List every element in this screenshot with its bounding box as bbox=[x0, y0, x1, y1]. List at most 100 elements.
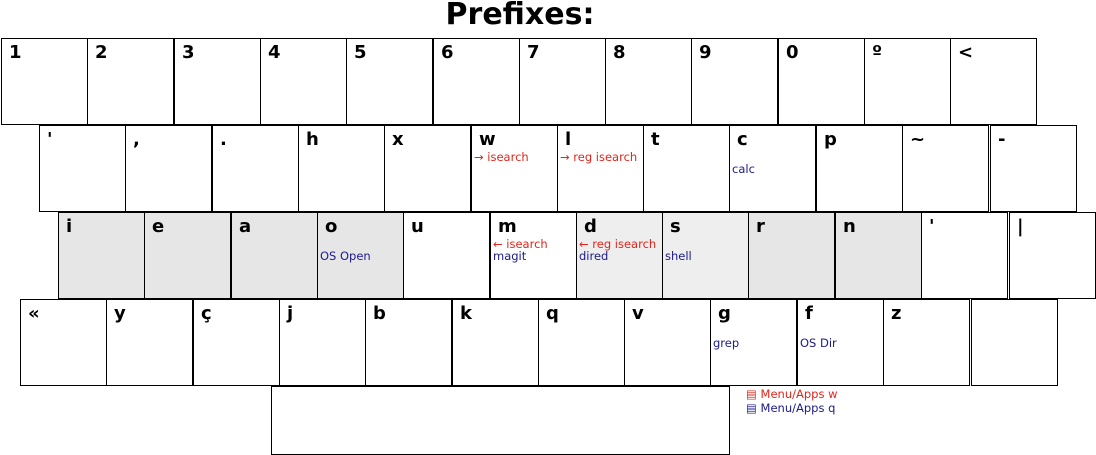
key-command-primary: → reg isearch bbox=[560, 150, 638, 164]
key-label: r bbox=[756, 216, 765, 237]
key-1-5: w → isearch bbox=[471, 125, 558, 212]
key-label: b bbox=[373, 303, 386, 324]
key-label: 4 bbox=[268, 42, 281, 63]
legend-text: Menu/Apps w bbox=[760, 387, 838, 401]
key-0-3: 4 bbox=[260, 38, 347, 125]
key-3-10: z bbox=[883, 299, 970, 386]
key-command-secondary: OS Open bbox=[320, 249, 371, 263]
key-1-11: - bbox=[990, 125, 1077, 212]
key-0-9: 0 bbox=[778, 38, 865, 125]
key-label: t bbox=[651, 129, 660, 150]
key-0-11: < bbox=[950, 38, 1037, 125]
key-3-5: k bbox=[452, 299, 539, 386]
key-0-4: 5 bbox=[346, 38, 433, 125]
key-label: z bbox=[891, 303, 902, 324]
key-label: u bbox=[411, 216, 424, 237]
key-label: - bbox=[998, 129, 1006, 150]
key-label: c bbox=[737, 129, 748, 150]
key-label: p bbox=[824, 129, 837, 150]
key-label: l bbox=[565, 129, 572, 150]
key-command-primary: → isearch bbox=[474, 150, 529, 164]
menu-icon: ▤ bbox=[746, 401, 757, 415]
key-label: j bbox=[287, 303, 294, 324]
key-2-8: r bbox=[748, 212, 835, 299]
key-label: i bbox=[66, 216, 73, 237]
key-0-2: 3 bbox=[174, 38, 261, 125]
key-2-5: m ← isearch magit bbox=[490, 212, 577, 299]
key-3-11 bbox=[971, 299, 1058, 386]
key-1-2: . bbox=[212, 125, 299, 212]
key-label: 1 bbox=[9, 42, 22, 63]
key-0-8: 9 bbox=[691, 38, 778, 125]
key-label: 8 bbox=[613, 42, 626, 63]
key-3-2: ç bbox=[193, 299, 280, 386]
key-label: 6 bbox=[441, 42, 454, 63]
key-3-6: q bbox=[538, 299, 625, 386]
key-1-3: h bbox=[298, 125, 385, 212]
key-label: x bbox=[392, 129, 404, 150]
key-3-0: « bbox=[20, 299, 107, 386]
key-label: a bbox=[239, 216, 252, 237]
key-label: 0 bbox=[786, 42, 799, 63]
key-label: e bbox=[152, 216, 165, 237]
key-label: m bbox=[498, 216, 517, 237]
key-3-7: v bbox=[624, 299, 711, 386]
key-0-5: 6 bbox=[433, 38, 520, 125]
key-0-10: º bbox=[864, 38, 951, 125]
key-label: w bbox=[479, 129, 496, 150]
key-2-3: o OS Open bbox=[317, 212, 404, 299]
key-3-3: j bbox=[279, 299, 366, 386]
key-label: q bbox=[546, 303, 559, 324]
key-label: 2 bbox=[95, 42, 108, 63]
key-label: g bbox=[718, 303, 731, 324]
key-label: d bbox=[584, 216, 597, 237]
key-label: 7 bbox=[527, 42, 540, 63]
key-label: | bbox=[1017, 216, 1024, 237]
menu-icon: ▤ bbox=[746, 387, 757, 401]
key-2-11: | bbox=[1009, 212, 1096, 299]
key-label: h bbox=[306, 129, 319, 150]
key-label: f bbox=[805, 303, 813, 324]
key-3-9: f OS Dir bbox=[797, 299, 884, 386]
key-1-7: t bbox=[643, 125, 730, 212]
key-label: , bbox=[133, 129, 140, 150]
key-label: ~ bbox=[910, 129, 926, 150]
key-0-7: 8 bbox=[605, 38, 692, 125]
key-command-secondary: OS Dir bbox=[800, 336, 837, 350]
key-0-0: 1 bbox=[1, 38, 88, 125]
key-1-4: x bbox=[384, 125, 471, 212]
key-1-1: , bbox=[125, 125, 212, 212]
key-1-9: p bbox=[816, 125, 903, 212]
key-2-6: d ← reg isearch dired bbox=[576, 212, 663, 299]
key-label: º bbox=[872, 42, 883, 63]
key-command-secondary: dired bbox=[579, 249, 609, 263]
legend-item: ▤ Menu/Apps q bbox=[746, 402, 835, 415]
legend-text: Menu/Apps q bbox=[760, 401, 836, 415]
key-label: n bbox=[843, 216, 856, 237]
key-label: v bbox=[632, 303, 644, 324]
key-1-10: ~ bbox=[902, 125, 989, 212]
key-1-6: l → reg isearch bbox=[557, 125, 644, 212]
key-2-1: e bbox=[144, 212, 231, 299]
key-label: o bbox=[325, 216, 338, 237]
legend-item: ▤ Menu/Apps w bbox=[746, 388, 838, 401]
key-0-1: 2 bbox=[87, 38, 174, 125]
key-label: ' bbox=[47, 129, 53, 150]
key-0-6: 7 bbox=[519, 38, 606, 125]
key-label: 5 bbox=[354, 42, 367, 63]
key-3-4: b bbox=[365, 299, 452, 386]
key-label: 9 bbox=[699, 42, 712, 63]
key-label: k bbox=[460, 303, 472, 324]
key-label: ç bbox=[201, 303, 212, 324]
key-label: . bbox=[220, 129, 227, 150]
key-2-10: ' bbox=[921, 212, 1008, 299]
key-2-7: s shell bbox=[662, 212, 749, 299]
key-label: « bbox=[28, 303, 40, 324]
key-label: 3 bbox=[182, 42, 195, 63]
key-3-8: g grep bbox=[710, 299, 797, 386]
key-2-0: i bbox=[58, 212, 145, 299]
key-2-2: a bbox=[231, 212, 318, 299]
key-1-8: c calc bbox=[729, 125, 816, 212]
spacebar bbox=[271, 386, 730, 455]
key-3-1: y bbox=[106, 299, 193, 386]
